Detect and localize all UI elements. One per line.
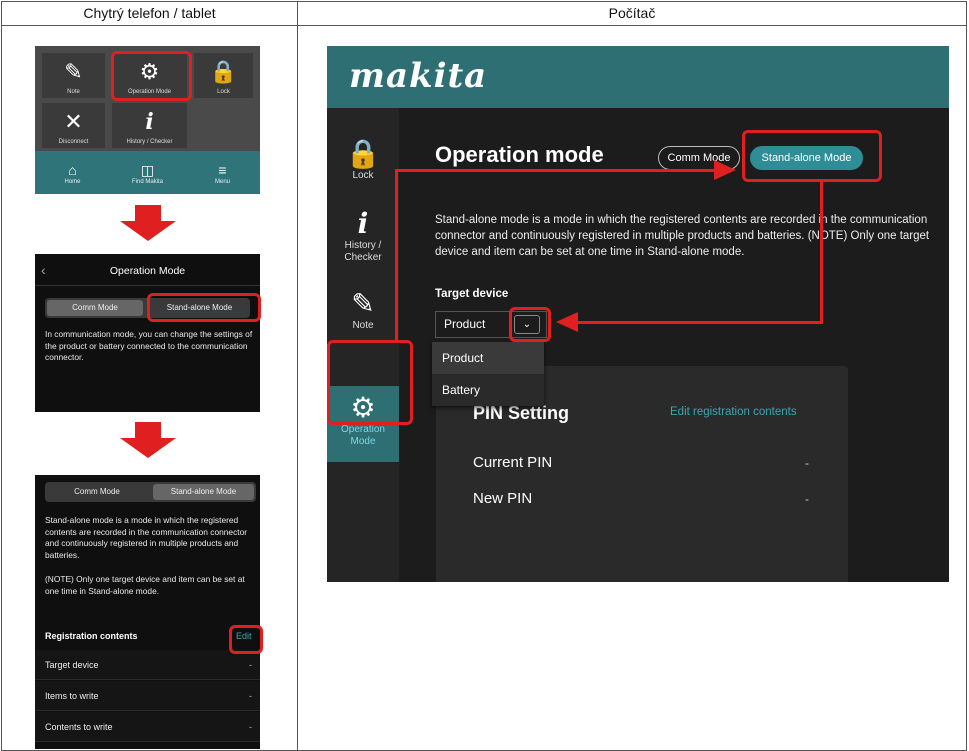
mode-description: Stand-alone mode is a mode in which the …: [435, 214, 930, 258]
info-icon: i: [357, 207, 369, 240]
mode-segmented-control: Comm Mode Stand-alone Mode: [45, 298, 250, 318]
bottom-tab-bar: ⌂ Home ◫ Find Makita ≡ Menu: [35, 151, 260, 194]
sidebar-note-label: Note: [352, 320, 374, 331]
target-device-value: Product: [444, 317, 486, 331]
sidebar-operation-label: Operation Mode: [341, 424, 385, 447]
stand-alone-mode-option[interactable]: Stand-alone Mode: [151, 300, 248, 316]
phone-home-screen: ✎ Note ⚙ Operation Mode 🔒 Lock ✕ Disconn…: [35, 46, 260, 194]
header-divider: [2, 25, 966, 26]
current-pin-value: -: [805, 456, 809, 470]
operation-mode-icon: ⚙: [139, 59, 160, 84]
lock-icon: 🔒: [345, 138, 381, 169]
tab-find-makita[interactable]: ◫ Find Makita: [110, 151, 185, 194]
sidebar-history-label: History / Checker: [344, 240, 382, 263]
row-target-device-value: -: [249, 660, 252, 670]
operation-mode-tile-label: Operation Mode: [127, 89, 172, 95]
phone-operation-mode-screen: ‹ Operation Mode Comm Mode Stand-alone M…: [35, 254, 260, 412]
arrow-to-dropdown: [556, 312, 578, 332]
target-device-dropdown: Product Battery: [432, 342, 544, 406]
makita-logo: makita: [349, 56, 488, 96]
info-icon: i: [145, 109, 154, 135]
sidebar-item-operation-mode[interactable]: ⚙ Operation Mode: [327, 386, 399, 462]
row-items-to-write[interactable]: Items to write -: [35, 681, 260, 711]
connector-line-bottom: [578, 321, 823, 324]
lock-tile[interactable]: 🔒 Lock: [194, 53, 253, 98]
note-tile-label: Note: [67, 89, 80, 95]
comm-mode-option[interactable]: Comm Mode: [47, 300, 143, 316]
connector-line-top: [395, 169, 715, 172]
find-icon: ◫: [140, 162, 155, 178]
column-header-phone: Chytrý telefon / tablet: [83, 5, 216, 21]
history-checker-tile-label: History / Checker: [126, 139, 173, 145]
mode-segmented-control-2: Comm Mode Stand-alone Mode: [45, 482, 256, 502]
lock-icon: 🔒: [209, 59, 238, 84]
target-device-label: Target device: [435, 288, 509, 300]
operation-mode-icon: ⚙: [350, 392, 376, 423]
current-pin-label: Current PIN: [473, 454, 553, 471]
sidebar-item-history[interactable]: i History / Checker: [327, 208, 399, 278]
connector-line-vertical-left: [395, 169, 398, 341]
edit-registration-link[interactable]: Edit registration contents: [670, 406, 797, 418]
title-divider: [35, 285, 260, 286]
phone2-title: Operation Mode: [109, 265, 186, 277]
disconnect-icon: ✕: [64, 109, 83, 134]
tab-home-label: Home: [64, 179, 81, 185]
home-icon: ⌂: [68, 162, 77, 178]
phone3-note: (NOTE) Only one target device and item c…: [45, 574, 245, 596]
dropdown-option-battery[interactable]: Battery: [432, 374, 544, 406]
note-icon: ✎: [351, 288, 375, 319]
target-device-select[interactable]: Product ⌄: [435, 311, 547, 338]
column-divider: [297, 2, 298, 750]
dropdown-option-product[interactable]: Product: [432, 342, 544, 374]
stand-alone-mode-option-2[interactable]: Stand-alone Mode: [153, 484, 254, 500]
desktop-app-window: makita 🔒 Lock i History / Checker ✎ Note…: [327, 46, 949, 582]
app-header: makita: [327, 46, 949, 108]
phone2-description: In communication mode, you can change th…: [45, 329, 253, 362]
row-items-label: Items to write: [45, 691, 99, 701]
row-contents-label: Contents to write: [45, 722, 113, 732]
lock-tile-label: Lock: [217, 89, 230, 95]
row-contents-to-write[interactable]: Contents to write -: [35, 712, 260, 742]
disconnect-tile[interactable]: ✕ Disconnect: [42, 103, 105, 148]
menu-icon: ≡: [218, 162, 227, 178]
row-target-device[interactable]: Target device -: [35, 650, 260, 680]
history-checker-tile[interactable]: i History / Checker: [112, 103, 187, 148]
note-icon: ✎: [64, 59, 83, 84]
sidebar: 🔒 Lock i History / Checker ✎ Note ⚙ Oper…: [327, 108, 399, 582]
tab-home[interactable]: ⌂ Home: [35, 151, 110, 194]
row-target-device-label: Target device: [45, 660, 99, 670]
new-pin-label: New PIN: [473, 490, 533, 507]
tab-find-label: Find Makita: [131, 179, 163, 185]
sidebar-lock-label: Lock: [352, 170, 374, 181]
edit-link[interactable]: Edit: [236, 631, 252, 641]
tab-menu-label: Menu: [214, 179, 230, 185]
tab-menu[interactable]: ≡ Menu: [185, 151, 260, 194]
arrow-to-stand-alone: [714, 160, 736, 180]
stand-alone-mode-button[interactable]: Stand-alone Mode: [750, 146, 863, 170]
page-title: Operation mode: [435, 142, 604, 167]
column-header-pc: Počítač: [608, 5, 656, 21]
note-tile[interactable]: ✎ Note: [42, 53, 105, 98]
card-title: PIN Setting: [473, 403, 570, 423]
comm-mode-option-2[interactable]: Comm Mode: [47, 484, 147, 500]
sidebar-item-note[interactable]: ✎ Note: [327, 288, 399, 348]
connector-line-vertical-right: [820, 180, 823, 324]
row-items-value: -: [249, 691, 252, 701]
row-contents-value: -: [249, 722, 252, 732]
phone3-description: Stand-alone mode is a mode in which the …: [45, 515, 248, 560]
chevron-down-icon[interactable]: ⌄: [514, 315, 540, 334]
disconnect-tile-label: Disconnect: [58, 139, 89, 145]
main-content: Operation mode Comm Mode Stand-alone Mod…: [399, 108, 949, 582]
phone-stand-alone-screen: Comm Mode Stand-alone Mode Stand-alone m…: [35, 475, 260, 749]
sidebar-item-lock[interactable]: 🔒 Lock: [327, 138, 399, 198]
new-pin-value: -: [805, 492, 809, 506]
operation-mode-tile[interactable]: ⚙ Operation Mode: [112, 53, 187, 98]
registration-contents-title: Registration contents: [45, 631, 138, 641]
